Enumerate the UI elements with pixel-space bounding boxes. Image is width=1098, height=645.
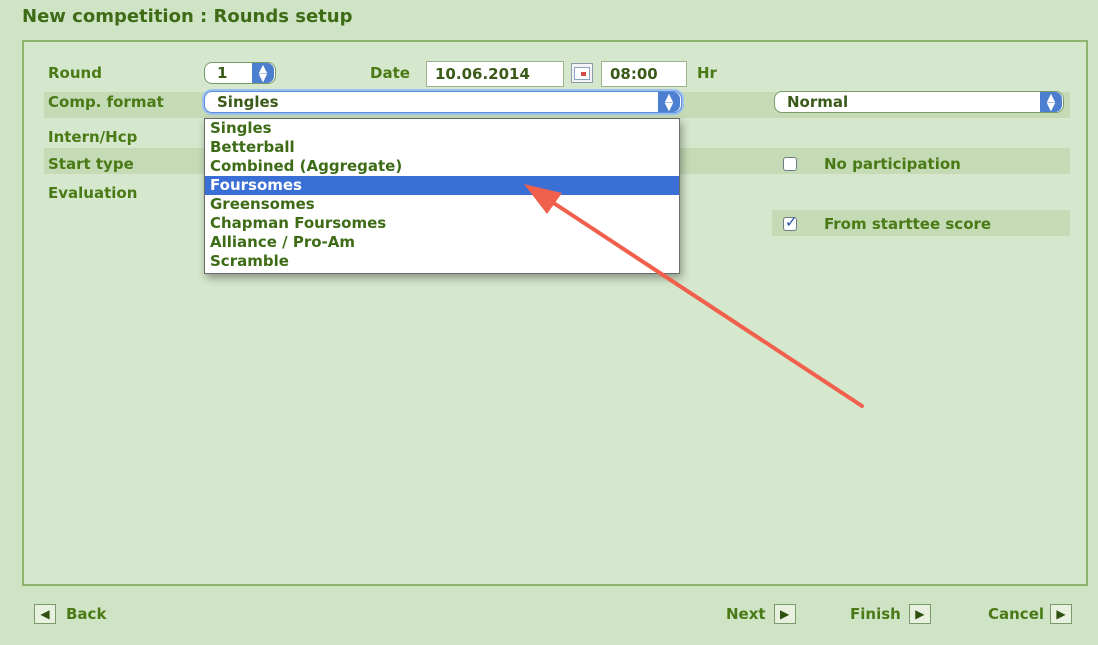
triangle-left-icon: ◀ bbox=[34, 604, 56, 624]
round-value: 1 bbox=[217, 64, 228, 82]
comp-format-value: Singles bbox=[217, 93, 279, 111]
dropdown-option[interactable]: Alliance / Pro-Am bbox=[205, 233, 679, 252]
triangle-right-icon: ▶ bbox=[1050, 604, 1073, 624]
date-label: Date bbox=[370, 64, 410, 82]
next-button[interactable]: Next ▶ bbox=[726, 604, 796, 624]
no-participation-label: No participation bbox=[824, 155, 961, 173]
cancel-label: Cancel bbox=[988, 605, 1045, 623]
comp-format-dropdown-list: Singles Betterball Combined (Aggregate) … bbox=[204, 118, 680, 274]
intern-hcp-label: Intern/Hcp bbox=[48, 128, 138, 146]
dropdown-option[interactable]: Chapman Foursomes bbox=[205, 214, 679, 233]
hr-label: Hr bbox=[697, 64, 717, 82]
start-type-label: Start type bbox=[48, 155, 134, 173]
triangle-right-icon: ▶ bbox=[908, 604, 931, 624]
date-input[interactable]: 10.06.2014 bbox=[426, 61, 564, 87]
comp-format-select[interactable]: Singles ▲ ▼ bbox=[204, 91, 682, 113]
round-label: Round bbox=[48, 64, 102, 82]
dropdown-option[interactable]: Betterball bbox=[205, 138, 679, 157]
back-label: Back bbox=[66, 605, 107, 623]
up-down-arrows-icon: ▲ ▼ bbox=[252, 63, 274, 83]
mode-value: Normal bbox=[787, 93, 849, 111]
up-down-arrows-icon: ▲ ▼ bbox=[1040, 92, 1062, 112]
finish-label: Finish bbox=[850, 605, 901, 623]
dropdown-option[interactable]: Singles bbox=[205, 119, 679, 138]
dropdown-option[interactable]: Greensomes bbox=[205, 195, 679, 214]
dropdown-option[interactable]: Scramble bbox=[205, 252, 679, 271]
mode-select[interactable]: Normal ▲ ▼ bbox=[774, 91, 1064, 113]
dropdown-option-highlighted[interactable]: Foursomes bbox=[205, 176, 679, 195]
time-input[interactable]: 08:00 bbox=[601, 61, 687, 87]
comp-format-label: Comp. format bbox=[48, 93, 164, 111]
calendar-icon[interactable] bbox=[571, 63, 593, 83]
up-down-arrows-icon: ▲ ▼ bbox=[658, 92, 680, 112]
evaluation-label: Evaluation bbox=[48, 184, 138, 202]
no-participation-checkbox[interactable] bbox=[783, 157, 797, 171]
dropdown-option[interactable]: Combined (Aggregate) bbox=[205, 157, 679, 176]
triangle-right-icon: ▶ bbox=[773, 604, 796, 624]
from-starttee-label: From starttee score bbox=[824, 215, 992, 233]
back-button[interactable]: ◀ Back bbox=[34, 604, 106, 624]
cancel-button[interactable]: Cancel ▶ bbox=[988, 604, 1073, 624]
from-starttee-checkbox[interactable] bbox=[783, 213, 798, 231]
next-label: Next bbox=[726, 605, 766, 623]
round-stepper[interactable]: 1 ▲ ▼ bbox=[204, 62, 276, 84]
finish-button[interactable]: Finish ▶ bbox=[850, 604, 931, 624]
page-title: New competition : Rounds setup bbox=[22, 6, 353, 27]
